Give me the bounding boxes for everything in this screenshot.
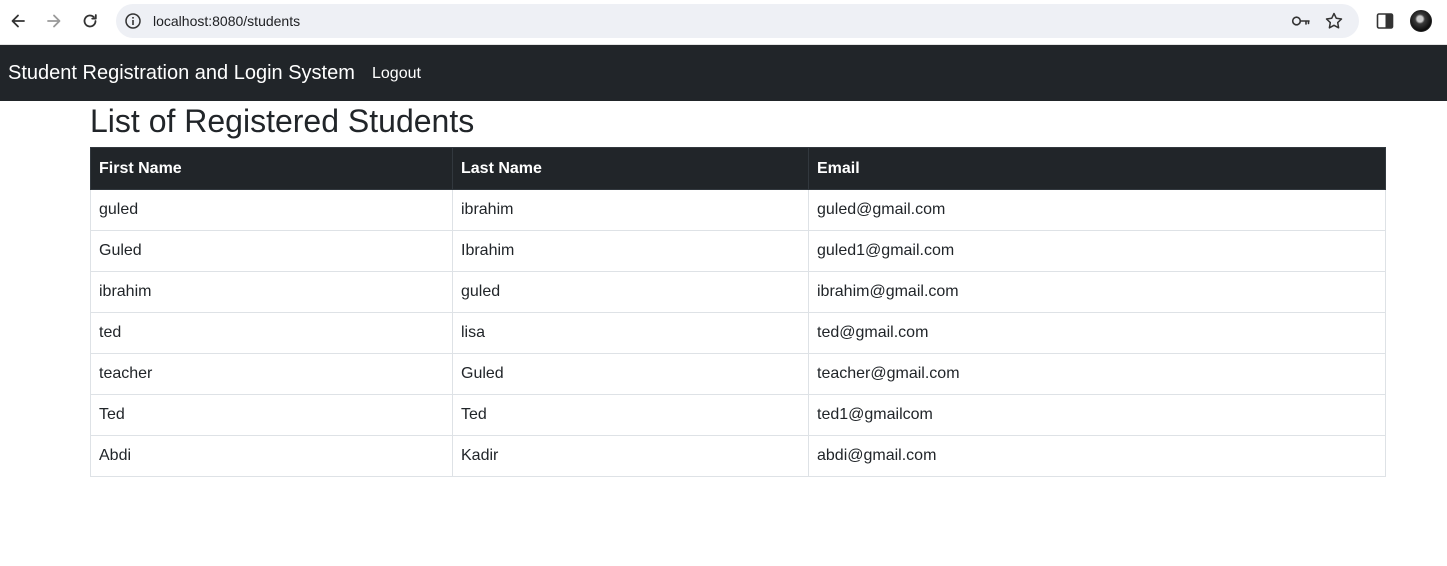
table-row: teacher Guled teacher@gmail.com — [90, 353, 1386, 395]
page-title: List of Registered Students — [90, 103, 475, 139]
site-info-icon[interactable] — [124, 12, 142, 30]
table-row: guled ibrahim guled@gmail.com — [90, 189, 1386, 231]
cell-first-name: teacher — [90, 353, 453, 395]
browser-toolbar: localhost:8080/students — [0, 0, 1447, 45]
reload-icon[interactable] — [78, 9, 102, 33]
cell-first-name: ted — [90, 312, 453, 354]
cell-last-name: Guled — [452, 353, 809, 395]
cell-first-name: Guled — [90, 230, 453, 272]
app-navbar: Student Registration and Login System Lo… — [0, 45, 1447, 101]
cell-email: ted@gmail.com — [808, 312, 1386, 354]
cell-email: guled@gmail.com — [808, 189, 1386, 231]
cell-last-name: guled — [452, 271, 809, 313]
cell-last-name: lisa — [452, 312, 809, 354]
table-row: Ted Ted ted1@gmailcom — [90, 394, 1386, 436]
back-arrow-icon[interactable] — [6, 9, 30, 33]
cell-last-name: ibrahim — [452, 189, 809, 231]
cell-first-name: Abdi — [90, 435, 453, 477]
url-text[interactable]: localhost:8080/students — [153, 13, 300, 29]
table-row: Guled Ibrahim guled1@gmail.com — [90, 230, 1386, 272]
cell-email: abdi@gmail.com — [808, 435, 1386, 477]
cell-first-name: Ted — [90, 394, 453, 436]
cell-first-name: ibrahim — [90, 271, 453, 313]
cell-email: ted1@gmailcom — [808, 394, 1386, 436]
cell-last-name: Kadir — [452, 435, 809, 477]
column-header-first-name: First Name — [90, 147, 453, 190]
cell-last-name: Ted — [452, 394, 809, 436]
profile-avatar[interactable] — [1410, 10, 1432, 32]
column-header-email: Email — [808, 147, 1386, 190]
address-bar[interactable]: localhost:8080/students — [116, 4, 1359, 38]
column-header-last-name: Last Name — [452, 147, 809, 190]
table-row: Abdi Kadir abdi@gmail.com — [90, 435, 1386, 477]
cell-email: ibrahim@gmail.com — [808, 271, 1386, 313]
side-panel-icon[interactable] — [1375, 11, 1395, 31]
cell-email: guled1@gmail.com — [808, 230, 1386, 272]
table-row: ibrahim guled ibrahim@gmail.com — [90, 271, 1386, 313]
forward-arrow-icon[interactable] — [42, 9, 66, 33]
cell-email: teacher@gmail.com — [808, 353, 1386, 395]
students-table: First Name Last Name Email guled ibrahim… — [90, 147, 1386, 477]
cell-first-name: guled — [90, 189, 453, 231]
cell-last-name: Ibrahim — [452, 230, 809, 272]
logout-link[interactable]: Logout — [372, 64, 421, 83]
table-header-row: First Name Last Name Email — [90, 147, 1386, 190]
bookmark-star-icon[interactable] — [1324, 11, 1344, 31]
navbar-brand[interactable]: Student Registration and Login System — [8, 61, 355, 85]
table-row: ted lisa ted@gmail.com — [90, 312, 1386, 354]
password-key-icon[interactable] — [1291, 12, 1311, 30]
